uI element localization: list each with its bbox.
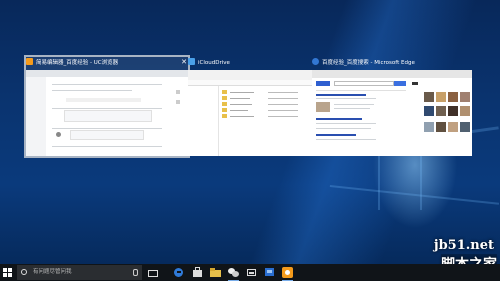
window-preview (312, 70, 472, 156)
edge-icon[interactable] (173, 267, 184, 278)
window-thumbnail-uc-browser[interactable]: 简易编辑器_百度经验 - UC浏览器 ✕ (24, 55, 190, 158)
search-placeholder: 有问题尽管问我 (33, 269, 72, 275)
window-title: iCloudDrive (198, 60, 230, 66)
monitor-icon[interactable] (264, 267, 275, 278)
light-beam (329, 185, 500, 205)
watermark-site: jb51.net (433, 238, 494, 253)
window-title: 简易编辑器_百度经验 - UC浏览器 (36, 60, 119, 66)
uc-browser-icon[interactable] (282, 267, 293, 281)
uc-browser-icon (26, 58, 33, 65)
browser-toolbar (26, 70, 188, 77)
window-title-bar: 百度经验_百度搜索 - Microsoft Edge (312, 57, 472, 69)
store-icon[interactable] (192, 267, 203, 278)
window-title-bar: 简易编辑器_百度经验 - UC浏览器 (26, 57, 188, 69)
wechat-icon[interactable] (228, 267, 239, 281)
edge-toolbar (312, 70, 472, 78)
editor-sidebar (26, 77, 46, 156)
navigation-pane (188, 86, 219, 156)
icloud-icon (188, 58, 195, 65)
light-beam (378, 150, 380, 210)
microphone-icon[interactable] (133, 269, 138, 276)
edge-icon (312, 58, 319, 65)
explorer-icon[interactable] (210, 267, 221, 278)
photos-icon[interactable] (246, 267, 257, 278)
close-icon[interactable]: ✕ (181, 57, 187, 68)
window-preview (26, 70, 188, 156)
cortana-search-box[interactable]: 有问题尽管问我 (17, 265, 142, 280)
window-thumbnail-edge[interactable]: 百度经验_百度搜索 - Microsoft Edge (312, 57, 472, 156)
cortana-icon (21, 269, 27, 275)
taskbar: 有问题尽管问我 (0, 264, 500, 281)
task-view-icon[interactable] (147, 267, 158, 278)
window-title: 百度经验_百度搜索 - Microsoft Edge (322, 60, 415, 66)
windows-start-icon[interactable] (3, 268, 12, 277)
